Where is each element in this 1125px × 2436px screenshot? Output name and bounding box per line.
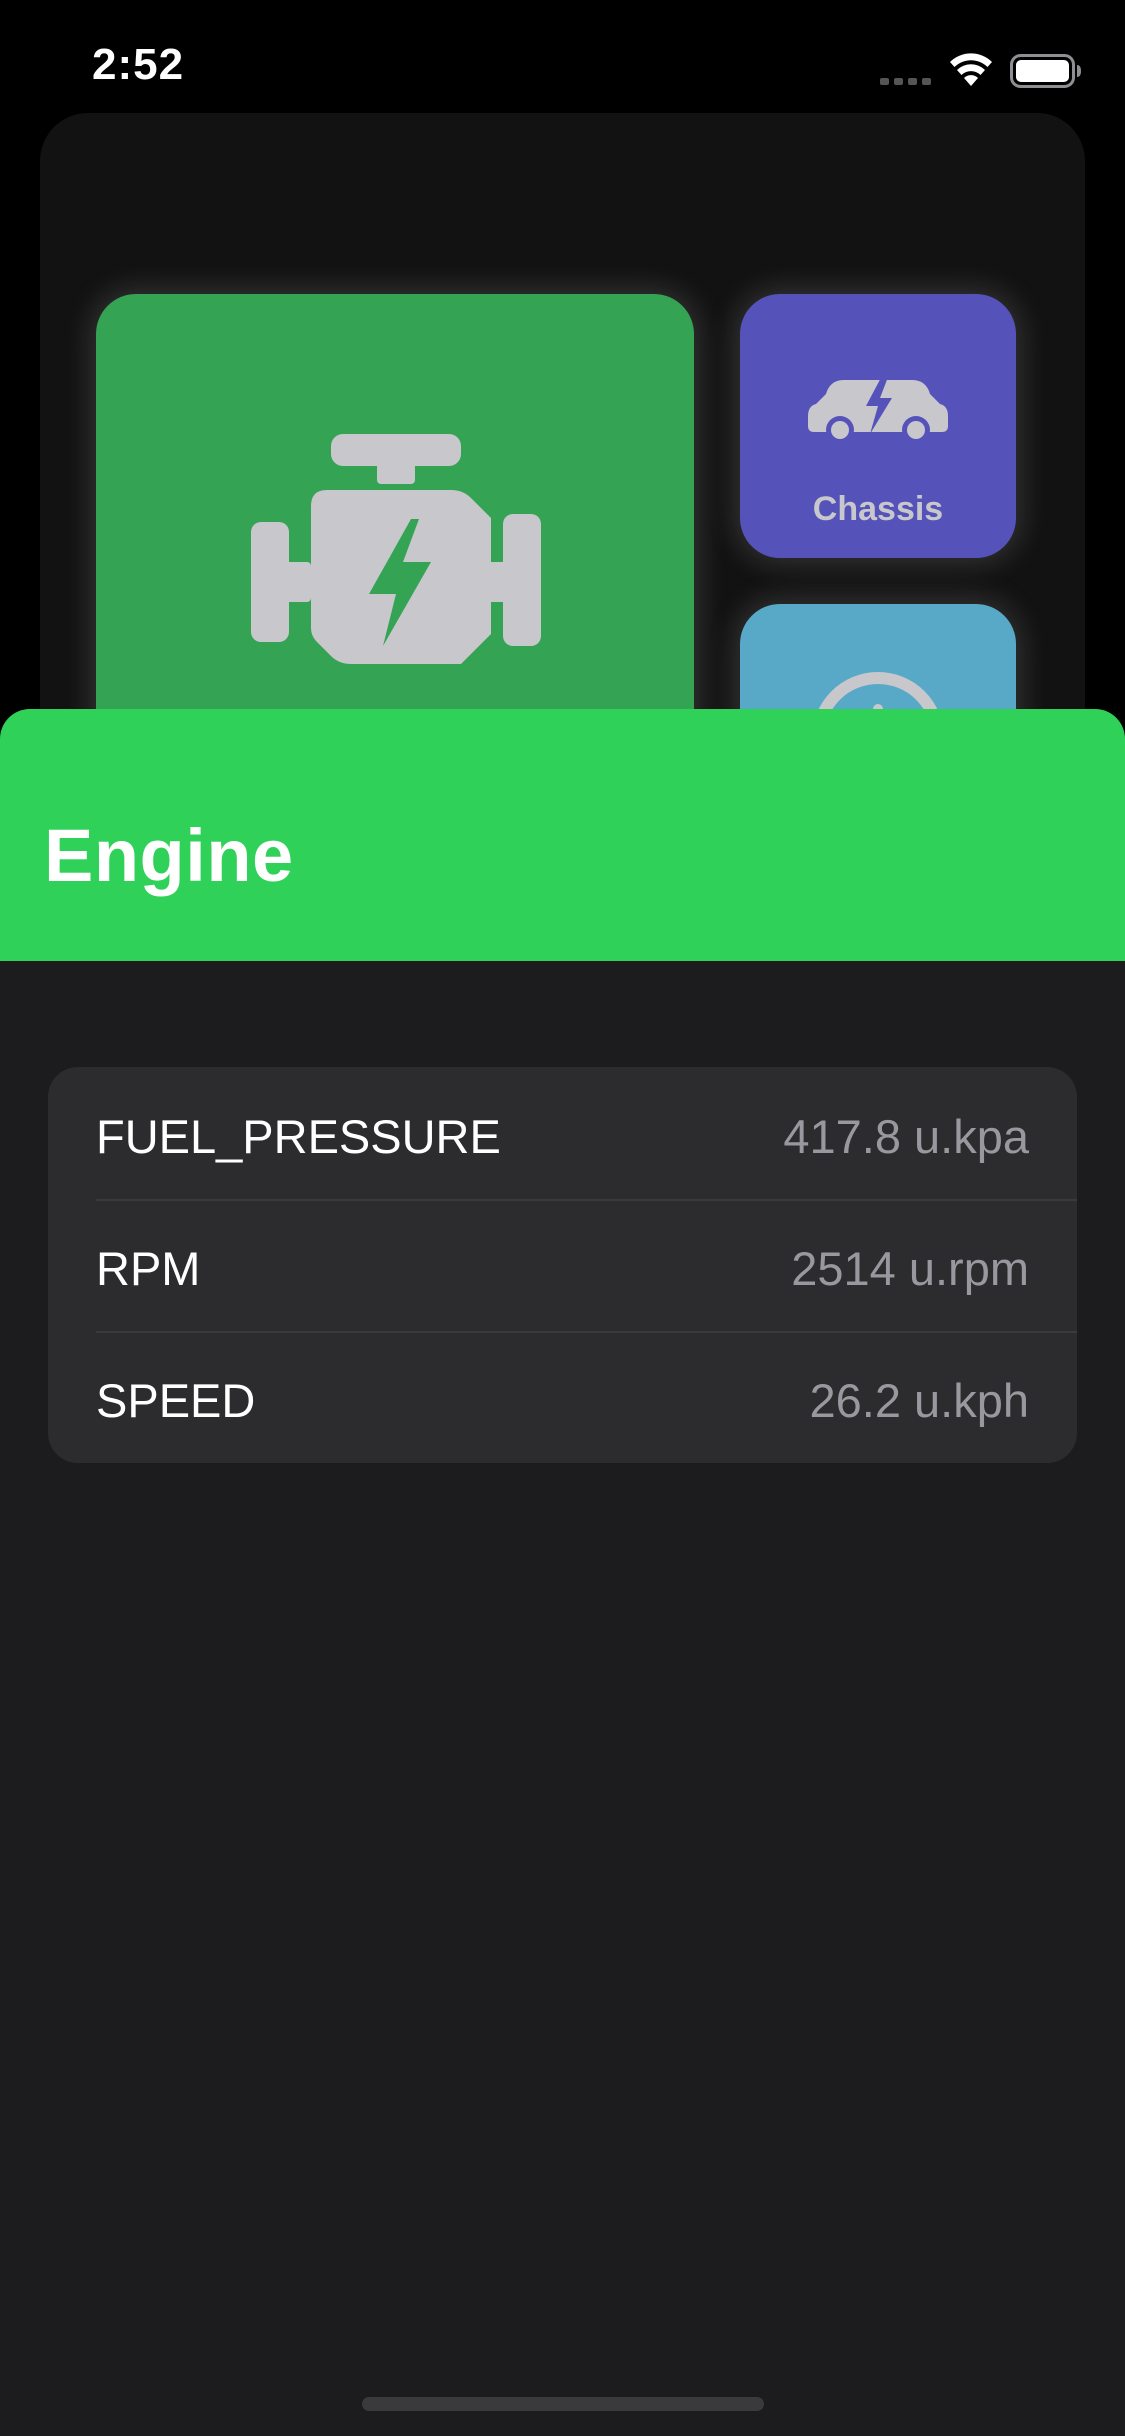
sheet-header: Engine — [0, 709, 1125, 961]
reading-row-rpm: RPM 2514 u.rpm — [48, 1199, 1077, 1331]
car-bolt-icon — [808, 372, 948, 444]
reading-row-fuel-pressure: FUEL_PRESSURE 417.8 u.kpa — [48, 1067, 1077, 1199]
engine-icon — [251, 434, 541, 664]
reading-value: 417.8 u.kpa — [783, 1110, 1029, 1163]
home-indicator[interactable] — [362, 2397, 764, 2411]
reading-name: RPM — [96, 1242, 201, 1295]
reading-name: FUEL_PRESSURE — [96, 1110, 501, 1163]
chassis-tile[interactable]: Chassis — [740, 294, 1016, 558]
cellular-signal-icon — [880, 78, 931, 85]
reading-value: 26.2 u.kph — [809, 1374, 1029, 1427]
status-bar: 2:52 — [0, 0, 1125, 130]
reading-name: SPEED — [96, 1374, 256, 1427]
reading-value: 2514 u.rpm — [791, 1242, 1029, 1295]
reading-row-speed: SPEED 26.2 u.kph — [48, 1331, 1077, 1463]
battery-icon — [1010, 54, 1081, 88]
chassis-label: Chassis — [812, 490, 944, 528]
readings-list: FUEL_PRESSURE 417.8 u.kpa RPM 2514 u.rpm… — [48, 1067, 1077, 1463]
app-screen: 2:52 Chassis Engine FUEL_PRESSURE 417.8 … — [0, 0, 1125, 2436]
status-time: 2:52 — [92, 40, 185, 89]
wifi-icon — [950, 53, 992, 86]
sheet-title: Engine — [44, 814, 294, 897]
detail-sheet: Engine FUEL_PRESSURE 417.8 u.kpa RPM 251… — [0, 709, 1125, 2436]
